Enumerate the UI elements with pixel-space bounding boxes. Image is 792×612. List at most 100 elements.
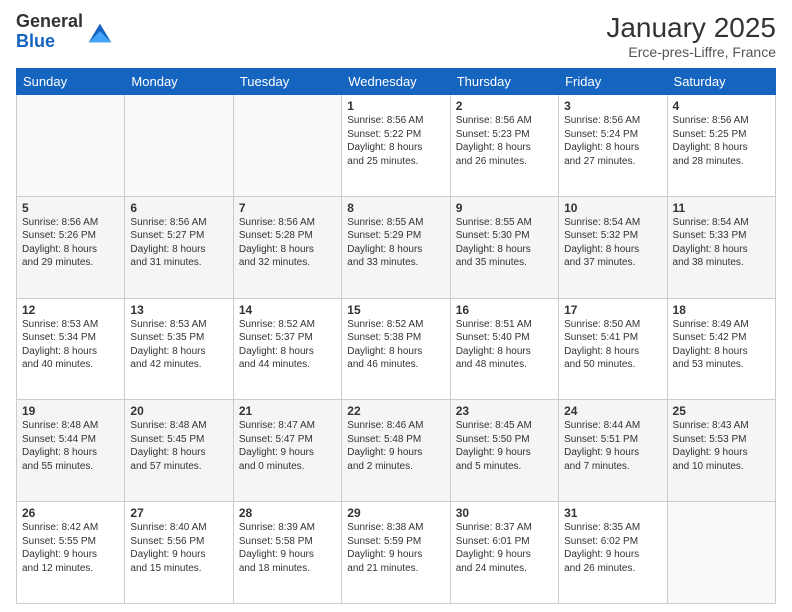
day-cell: 5 Sunrise: 8:56 AM Sunset: 5:26 PM Daylig… — [17, 196, 125, 298]
day-cell: 14Sunrise: 8:52 AM Sunset: 5:37 PM Dayli… — [233, 298, 341, 400]
day-info: Sunrise: 8:42 AM Sunset: 5:55 PM Dayligh… — [22, 522, 98, 574]
day-info: Sunrise: 8:51 AM Sunset: 5:40 PM Dayligh… — [456, 319, 532, 371]
day-info: Sunrise: 8:56 AM Sunset: 5:28 PM Dayligh… — [239, 217, 315, 269]
day-number: 31 — [564, 506, 661, 520]
day-info: Sunrise: 8:39 AM Sunset: 5:58 PM Dayligh… — [239, 522, 315, 574]
day-info: Sunrise: 8:45 AM Sunset: 5:50 PM Dayligh… — [456, 420, 532, 472]
day-cell: 11 Sunrise: 8:54 AM Sunset: 5:33 PM Dayli… — [667, 196, 775, 298]
day-info: Sunrise: 8:54 AM Sunset: 5:33 PM Dayligh… — [673, 217, 749, 269]
calendar-table: SundayMondayTuesdayWednesdayThursdayFrid… — [16, 68, 776, 604]
week-row-3: 19 Sunrise: 8:48 AM Sunset: 5:44 PM Dayli… — [17, 400, 776, 502]
day-cell: 1 Sunrise: 8:56 AM Sunset: 5:22 PM Daylig… — [342, 95, 450, 197]
day-cell: 29 Sunrise: 8:38 AM Sunset: 5:59 PM Dayli… — [342, 502, 450, 604]
logo-blue: Blue — [16, 32, 83, 52]
day-cell: 17 Sunrise: 8:50 AM Sunset: 5:41 PM Dayli… — [559, 298, 667, 400]
day-number: 24 — [564, 404, 661, 418]
day-info: Sunrise: 8:35 AM Sunset: 6:02 PM Dayligh… — [564, 522, 640, 574]
week-row-2: 12 Sunrise: 8:53 AM Sunset: 5:34 PM Dayli… — [17, 298, 776, 400]
day-number: 9 — [456, 201, 553, 215]
day-cell: 22Sunrise: 8:46 AM Sunset: 5:48 PM Dayli… — [342, 400, 450, 502]
day-number: 1 — [347, 99, 444, 113]
day-cell: 19 Sunrise: 8:48 AM Sunset: 5:44 PM Dayli… — [17, 400, 125, 502]
day-number: 28 — [239, 506, 336, 520]
day-info: Sunrise: 8:53 AM Sunset: 5:35 PM Dayligh… — [130, 319, 206, 371]
day-info: Sunrise: 8:47 AM Sunset: 5:47 PM Dayligh… — [239, 420, 315, 472]
day-info: Sunrise: 8:48 AM Sunset: 5:44 PM Dayligh… — [22, 420, 98, 472]
day-number: 23 — [456, 404, 553, 418]
day-cell: 16 Sunrise: 8:51 AM Sunset: 5:40 PM Dayli… — [450, 298, 558, 400]
day-number: 27 — [130, 506, 227, 520]
day-cell: 9 Sunrise: 8:55 AM Sunset: 5:30 PM Daylig… — [450, 196, 558, 298]
day-number: 8 — [347, 201, 444, 215]
day-info: Sunrise: 8:56 AM Sunset: 5:26 PM Dayligh… — [22, 217, 98, 269]
day-number: 29 — [347, 506, 444, 520]
day-cell: 24 Sunrise: 8:44 AM Sunset: 5:51 PM Dayli… — [559, 400, 667, 502]
day-number: 30 — [456, 506, 553, 520]
day-number: 16 — [456, 303, 553, 317]
day-info: Sunrise: 8:37 AM Sunset: 6:01 PM Dayligh… — [456, 522, 532, 574]
day-cell: 25 Sunrise: 8:43 AM Sunset: 5:53 PM Dayli… — [667, 400, 775, 502]
day-info: Sunrise: 8:50 AM Sunset: 5:41 PM Dayligh… — [564, 319, 640, 371]
day-cell: 10Sunrise: 8:54 AM Sunset: 5:32 PM Dayli… — [559, 196, 667, 298]
day-info: Sunrise: 8:40 AM Sunset: 5:56 PM Dayligh… — [130, 522, 206, 574]
week-row-0: 1 Sunrise: 8:56 AM Sunset: 5:22 PM Daylig… — [17, 95, 776, 197]
col-header-tuesday: Tuesday — [233, 69, 341, 95]
col-header-monday: Monday — [125, 69, 233, 95]
day-number: 6 — [130, 201, 227, 215]
day-info: Sunrise: 8:49 AM Sunset: 5:42 PM Dayligh… — [673, 319, 749, 371]
day-info: Sunrise: 8:52 AM Sunset: 5:38 PM Dayligh… — [347, 319, 423, 371]
logo: General Blue — [16, 12, 113, 52]
day-number: 21 — [239, 404, 336, 418]
day-number: 20 — [130, 404, 227, 418]
day-info: Sunrise: 8:53 AM Sunset: 5:34 PM Dayligh… — [22, 319, 98, 371]
day-cell — [667, 502, 775, 604]
day-number: 25 — [673, 404, 770, 418]
header: General Blue January 2025 Erce-pres-Liff… — [16, 12, 776, 60]
day-info: Sunrise: 8:43 AM Sunset: 5:53 PM Dayligh… — [673, 420, 749, 472]
day-number: 22 — [347, 404, 444, 418]
day-number: 15 — [347, 303, 444, 317]
week-row-4: 26 Sunrise: 8:42 AM Sunset: 5:55 PM Dayli… — [17, 502, 776, 604]
week-row-1: 5 Sunrise: 8:56 AM Sunset: 5:26 PM Daylig… — [17, 196, 776, 298]
day-number: 5 — [22, 201, 119, 215]
day-cell: 20 Sunrise: 8:48 AM Sunset: 5:45 PM Dayli… — [125, 400, 233, 502]
location: Erce-pres-Liffre, France — [606, 44, 776, 60]
day-info: Sunrise: 8:55 AM Sunset: 5:30 PM Dayligh… — [456, 217, 532, 269]
day-cell: 21 Sunrise: 8:47 AM Sunset: 5:47 PM Dayli… — [233, 400, 341, 502]
title-block: January 2025 Erce-pres-Liffre, France — [606, 12, 776, 60]
day-info: Sunrise: 8:56 AM Sunset: 5:22 PM Dayligh… — [347, 115, 423, 167]
month-title: January 2025 — [606, 12, 776, 44]
day-cell: 7Sunrise: 8:56 AM Sunset: 5:28 PM Daylig… — [233, 196, 341, 298]
day-info: Sunrise: 8:44 AM Sunset: 5:51 PM Dayligh… — [564, 420, 640, 472]
day-info: Sunrise: 8:56 AM Sunset: 5:23 PM Dayligh… — [456, 115, 532, 167]
day-info: Sunrise: 8:38 AM Sunset: 5:59 PM Dayligh… — [347, 522, 423, 574]
day-info: Sunrise: 8:56 AM Sunset: 5:27 PM Dayligh… — [130, 217, 206, 269]
day-number: 17 — [564, 303, 661, 317]
day-info: Sunrise: 8:55 AM Sunset: 5:29 PM Dayligh… — [347, 217, 423, 269]
day-cell: 18Sunrise: 8:49 AM Sunset: 5:42 PM Dayli… — [667, 298, 775, 400]
day-info: Sunrise: 8:48 AM Sunset: 5:45 PM Dayligh… — [130, 420, 206, 472]
logo-text: General Blue — [16, 12, 83, 52]
day-cell — [233, 95, 341, 197]
day-info: Sunrise: 8:54 AM Sunset: 5:32 PM Dayligh… — [564, 217, 640, 269]
day-cell: 3Sunrise: 8:56 AM Sunset: 5:24 PM Daylig… — [559, 95, 667, 197]
page: General Blue January 2025 Erce-pres-Liff… — [0, 0, 792, 612]
day-cell: 31 Sunrise: 8:35 AM Sunset: 6:02 PM Dayli… — [559, 502, 667, 604]
day-info: Sunrise: 8:56 AM Sunset: 5:25 PM Dayligh… — [673, 115, 749, 167]
col-header-saturday: Saturday — [667, 69, 775, 95]
col-header-thursday: Thursday — [450, 69, 558, 95]
day-number: 4 — [673, 99, 770, 113]
col-header-friday: Friday — [559, 69, 667, 95]
day-cell: 28 Sunrise: 8:39 AM Sunset: 5:58 PM Dayli… — [233, 502, 341, 604]
day-number: 26 — [22, 506, 119, 520]
day-cell — [125, 95, 233, 197]
logo-icon — [85, 18, 113, 46]
day-cell — [17, 95, 125, 197]
day-number: 19 — [22, 404, 119, 418]
day-cell: 2Sunrise: 8:56 AM Sunset: 5:23 PM Daylig… — [450, 95, 558, 197]
day-number: 11 — [673, 201, 770, 215]
day-cell: 23 Sunrise: 8:45 AM Sunset: 5:50 PM Dayli… — [450, 400, 558, 502]
day-number: 12 — [22, 303, 119, 317]
day-cell: 15 Sunrise: 8:52 AM Sunset: 5:38 PM Dayli… — [342, 298, 450, 400]
day-cell: 6 Sunrise: 8:56 AM Sunset: 5:27 PM Daylig… — [125, 196, 233, 298]
